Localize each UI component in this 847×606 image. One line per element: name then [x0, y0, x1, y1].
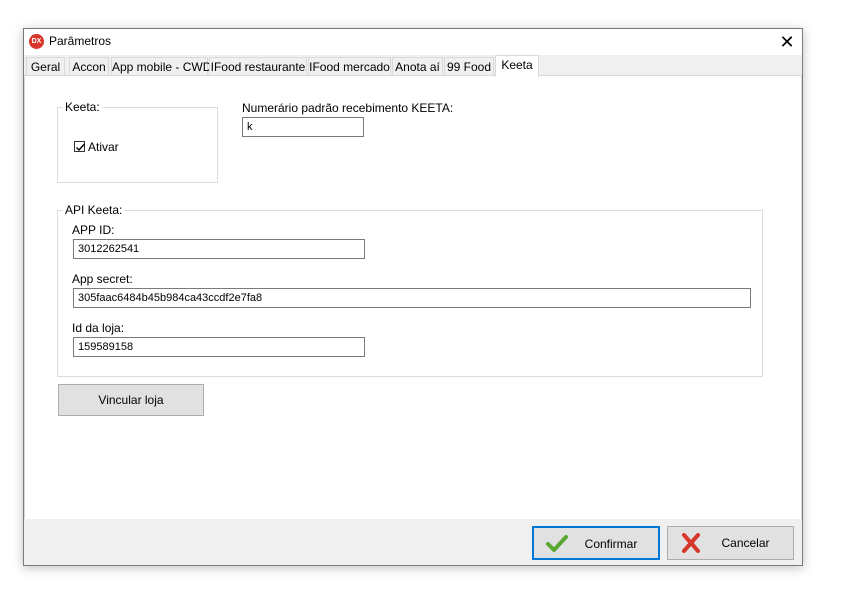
keeta-group-legend: Keeta:	[63, 100, 102, 114]
app-id-label: APP ID:	[72, 223, 115, 237]
dialog-footer: Confirmar Cancelar	[24, 519, 802, 565]
tab-geral[interactable]: Geral	[26, 57, 65, 75]
app-icon: DX	[29, 34, 44, 49]
api-keeta-legend: API Keeta:	[63, 203, 125, 217]
confirm-label: Confirmar	[584, 537, 638, 551]
confirm-button[interactable]: Confirmar	[532, 526, 660, 560]
tab-99-food[interactable]: 99 Food	[444, 57, 494, 75]
cancel-label: Cancelar	[721, 536, 770, 550]
close-button[interactable]: ✕	[772, 29, 802, 55]
numerario-padrao-label: Numerário padrão recebimento KEETA:	[242, 101, 454, 115]
tab-app-mobile-cwd[interactable]: App mobile - CWD	[111, 57, 211, 75]
tab-accon[interactable]: Accon	[69, 57, 109, 75]
cancel-button[interactable]: Cancelar	[667, 526, 794, 560]
vincular-loja-button[interactable]: Vincular loja	[58, 384, 204, 416]
numerario-padrao-input[interactable]	[242, 117, 364, 137]
tab-keeta[interactable]: Keeta	[495, 55, 539, 77]
tab-ifood-restaurante[interactable]: IFood restaurante	[209, 57, 307, 75]
checkmark-icon	[76, 143, 86, 152]
ativar-label: Ativar	[88, 140, 119, 154]
tab-strip: Geral Accon App mobile - CWD IFood resta…	[24, 55, 802, 77]
window-title: Parâmetros	[49, 34, 112, 48]
store-id-input[interactable]	[73, 337, 365, 357]
app-id-input[interactable]	[73, 239, 365, 259]
keeta-groupbox: Keeta: Ativar	[57, 100, 218, 183]
parametros-dialog: DX Parâmetros ✕ Geral Accon App mobile -…	[23, 28, 803, 566]
close-icon: ✕	[779, 32, 795, 52]
store-id-label: Id da loja:	[72, 321, 125, 335]
tab-ifood-mercado[interactable]: IFood mercado	[308, 57, 391, 75]
app-secret-label: App secret:	[72, 272, 133, 286]
tab-anota-ai[interactable]: Anota aí	[392, 57, 443, 75]
title-bar: DX Parâmetros ✕	[24, 29, 802, 55]
api-keeta-groupbox: API Keeta: APP ID: App secret: Id da loj…	[57, 203, 763, 377]
keeta-tab-panel: Keeta: Ativar Numerário padrão recebimen…	[24, 75, 802, 521]
app-secret-input[interactable]	[73, 288, 751, 308]
ativar-checkbox[interactable]	[74, 141, 86, 152]
